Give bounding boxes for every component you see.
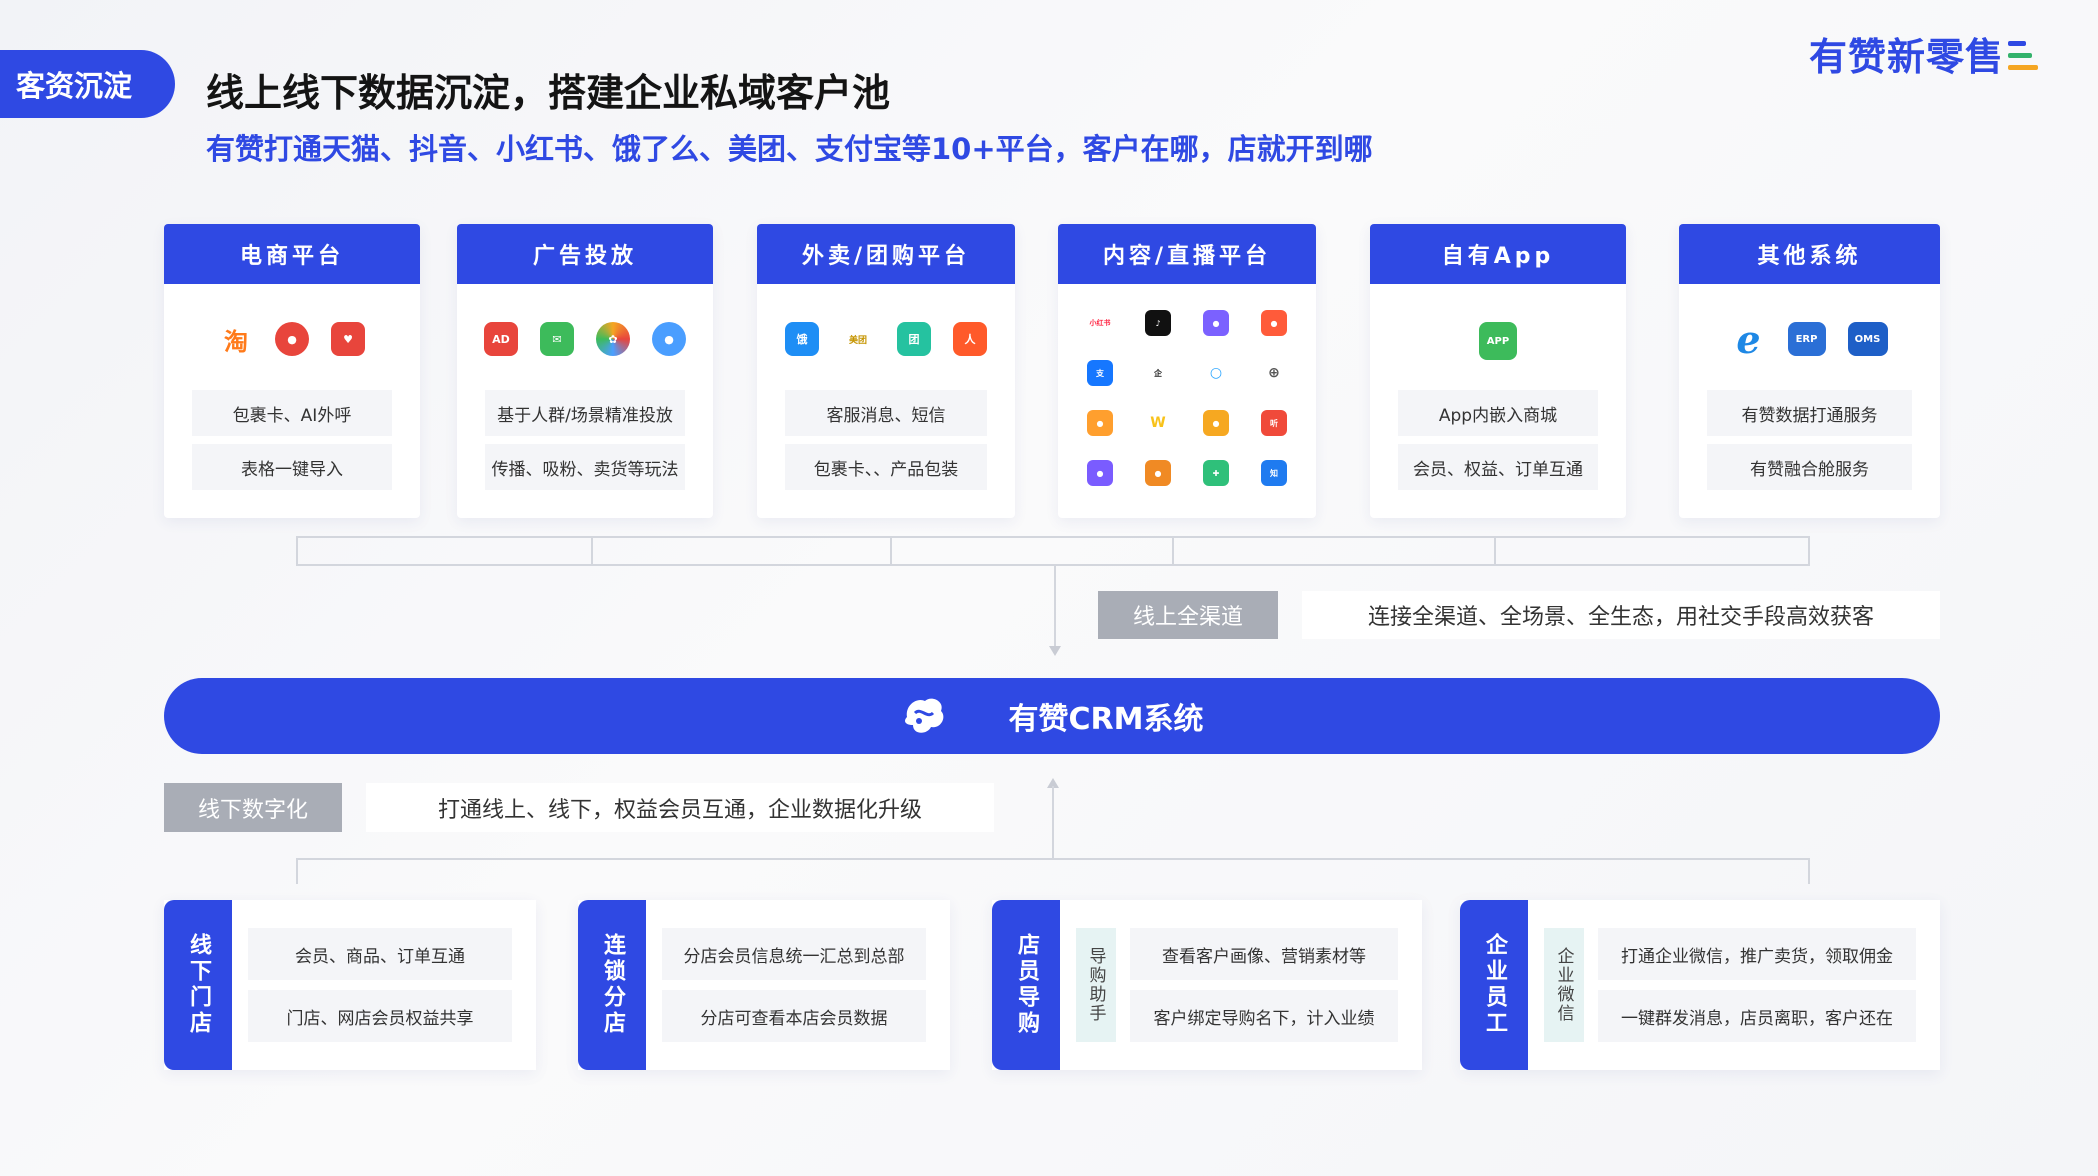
platform-feature: 有赞数据打通服务 [1707,390,1912,436]
aperture-icon: ✿ [596,322,630,356]
bubble-icon: ○ [1203,360,1229,386]
youzan-logo-icon [904,698,943,733]
store-card-subtag: 企业微信 [1544,928,1584,1042]
connector-line [296,564,1810,566]
platform-card-title: 广告投放 [457,224,713,284]
platform-feature: App内嵌入商城 [1398,390,1598,436]
connector-line [1808,858,1810,884]
store-feature: 分店会员信息统一汇总到总部 [662,928,926,980]
plus-app-icon: ✚ [1203,460,1229,486]
meituan-icon: 团 [897,322,931,356]
section-tag: 客资沉淀 [0,50,175,118]
page-subtitle: 有赞打通天猫、抖音、小红书、饿了么、美团、支付宝等10+平台，客户在哪，店就开到… [206,132,1373,166]
platform-card-content: 内容/直播平台 小红书 ♪ ● ● 支 企 ○ ⊕ ● W ● 听 ● ● ✚ … [1058,224,1316,518]
platform-feature: 客服消息、短信 [785,390,987,436]
connector-line [296,858,298,884]
ie-browser-icon: e [1736,316,1761,362]
store-feature: 打通企业微信，推广卖货，领取佣金 [1598,928,1916,980]
bilibili-icon: ● [1203,310,1229,336]
crm-system-bar: 有赞CRM系统 [164,678,1940,754]
store-card-title: 店员导购 [992,900,1060,1070]
connector-line [296,858,1810,860]
connector-line [1054,566,1056,648]
content-platform-icon-grid: 小红书 ♪ ● ● 支 企 ○ ⊕ ● W ● 听 ● ● ✚ 知 [1058,310,1316,486]
tmall-icon: ● [275,322,309,356]
store-card-employee: 企业员工 企业微信 打通企业微信，推广卖货，领取佣金 一键群发消息，店员离职，客… [1460,900,1940,1070]
toutiao-icon: ● [1203,410,1229,436]
brand-logo-text: 有赞新零售 [1808,35,2004,79]
platform-card-title: 外卖/团购平台 [757,224,1015,284]
platform-card-ads: 广告投放 AD ✉ ✿ ● 基于人群/场景精准投放 传播、吸粉、卖货等玩法 [457,224,713,518]
page-title: 线上线下数据沉淀，搭建企业私域客户池 [206,71,891,115]
penguin-icon: 企 [1145,360,1171,386]
connector-line [1052,786,1054,860]
store-feature: 会员、商品、订单互通 [248,928,512,980]
platform-feature: 会员、权益、订单互通 [1398,444,1598,490]
connector-line [591,536,593,566]
douyin-icon: ♪ [1145,310,1171,336]
offline-digital-tag: 线下数字化 [164,783,342,832]
alipay-icon: 支 [1087,360,1113,386]
platform-feature: 表格一键导入 [192,444,392,490]
store-card-offline: 线下门店 会员、商品、订单互通 门店、网店会员权益共享 [164,900,536,1070]
online-channel-desc: 连接全渠道、全场景、全生态，用社交手段高效获客 [1302,591,1940,639]
store-card-guide: 店员导购 导购助手 查看客户画像、营销素材等 客户绑定导购名下，计入业绩 [992,900,1422,1070]
fox-icon: ● [1145,460,1171,486]
brand-logo-icon [2008,41,2038,73]
video-icon: ● [1087,460,1113,486]
platform-card-title: 电商平台 [164,224,420,284]
platform-card-own-app: 自有App APP App内嵌入商城 会员、权益、订单互通 [1370,224,1626,518]
xiaohongshu-icon: 小红书 [1087,310,1113,336]
platform-feature: 基于人群/场景精准投放 [485,390,685,436]
platform-card-title: 内容/直播平台 [1058,224,1316,284]
platform-card-ecommerce: 电商平台 淘 ● ♥ 包裹卡、AI外呼 表格一键导入 [164,224,420,518]
store-feature: 门店、网店会员权益共享 [248,990,512,1042]
store-card-title: 连锁分店 [578,900,646,1070]
pinduoduo-icon: ♥ [331,322,365,356]
platform-feature: 包裹卡、AI外呼 [192,390,392,436]
ad-icon: AD [484,322,518,356]
zhihu-icon: 知 [1261,460,1287,486]
platform-card-delivery: 外卖/团购平台 饿 美团 团 人 客服消息、短信 包裹卡、、产品包装 [757,224,1015,518]
store-feature: 一键群发消息，店员离职，客户还在 [1598,990,1916,1042]
platform-feature: 包裹卡、、产品包装 [785,444,987,490]
connector-line [1808,536,1810,566]
connector-line [1494,536,1496,566]
online-channel-tag: 线上全渠道 [1098,591,1278,639]
eleme-icon: 饿 [785,322,819,356]
store-feature: 查看客户画像、营销素材等 [1130,928,1398,980]
store-card-title: 企业员工 [1460,900,1528,1070]
dianping-icon: 人 [953,322,987,356]
platform-feature: 有赞融合舱服务 [1707,444,1912,490]
tingting-icon: 听 [1261,410,1287,436]
platform-card-title: 其他系统 [1679,224,1940,284]
brand-logo: 有赞新零售 [1809,26,2038,81]
platform-card-title: 自有App [1370,224,1626,284]
platform-feature: 传播、吸粉、卖货等玩法 [485,444,685,490]
arrow-down-icon [1049,646,1061,656]
wechat-icon: ✉ [540,322,574,356]
connector-line [296,536,298,566]
app-icon: APP [1479,322,1517,360]
store-feature: 分店可查看本店会员数据 [662,990,926,1042]
connector-line [890,536,892,566]
kuaishou-icon: ● [1261,310,1287,336]
crm-system-label: 有赞CRM系统 [1008,702,1204,737]
store-card-subtag: 导购助手 [1076,928,1116,1042]
qq-icon: ● [652,322,686,356]
store-feature: 客户绑定导购名下，计入业绩 [1130,990,1398,1042]
taobao-icon: 淘 [224,327,248,356]
oms-icon: OMS [1847,322,1888,356]
platform-card-other-systems: 其他系统 e ERP OMS 有赞数据打通服务 有赞融合舱服务 [1679,224,1940,518]
connector-line [296,536,1810,538]
offline-digital-desc: 打通线上、线下，权益会员互通，企业数据化升级 [366,783,994,832]
erp-icon: ERP [1787,322,1826,356]
store-card-title: 线下门店 [164,900,232,1070]
owl-icon: ⊕ [1261,360,1287,386]
store-card-chain: 连锁分店 分店会员信息统一汇总到总部 分店可查看本店会员数据 [578,900,950,1070]
connector-line [1172,536,1174,566]
weibo-icon: W [1145,410,1171,436]
meituan-waimai-icon: 美团 [841,322,875,356]
weishi-icon: ● [1087,410,1113,436]
